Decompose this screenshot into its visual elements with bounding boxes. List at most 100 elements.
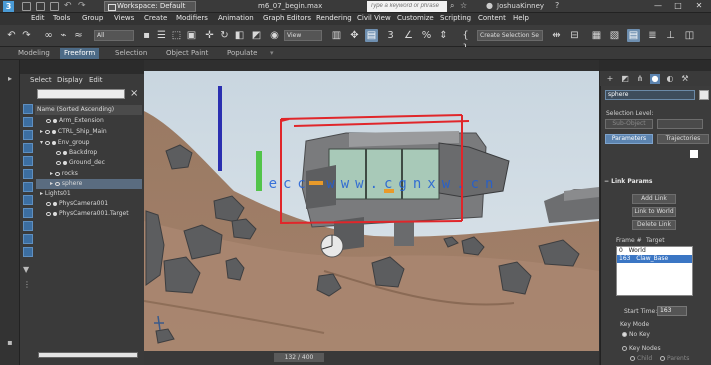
move-icon[interactable]: ✛	[203, 29, 216, 42]
curve-editor-icon[interactable]: ≣	[646, 29, 659, 42]
minimize-button[interactable]: —	[648, 0, 668, 12]
ribbon-tab-populate[interactable]: Populate	[227, 49, 257, 57]
search-input[interactable]	[367, 1, 447, 12]
create-tab-icon[interactable]: +	[605, 74, 615, 84]
material-editor-icon[interactable]: ◫	[683, 29, 696, 42]
edit-named-selection-icon[interactable]: { }	[459, 29, 472, 54]
ribbon-options-icon[interactable]: ▾	[270, 49, 274, 57]
visibility-eye-icon[interactable]	[46, 118, 51, 123]
visibility-eye-icon[interactable]	[56, 150, 61, 155]
ribbon-tab-selection[interactable]: Selection	[115, 49, 147, 57]
delete-link-button[interactable]: Delete Link	[632, 220, 676, 230]
explorer-menu-edit[interactable]: Edit	[89, 76, 103, 84]
menu-create[interactable]: Create	[144, 14, 167, 22]
rotate-icon[interactable]: ↻	[218, 29, 231, 42]
freeze-icon[interactable]	[63, 150, 67, 155]
menu-views[interactable]: Views	[114, 14, 134, 22]
modify-tab-icon[interactable]: ◩	[620, 74, 630, 84]
reference-coordinate-dropdown[interactable]: View	[284, 30, 322, 41]
tree-item[interactable]: ▸ CTRL_Ship_Main	[36, 127, 142, 137]
redo-icon[interactable]: ↷	[78, 2, 87, 11]
menu-graph-editors[interactable]: Graph Editors	[263, 14, 311, 22]
parameters-tab[interactable]: Parameters	[605, 134, 653, 144]
menu-help[interactable]: Help	[513, 14, 529, 22]
display-all-icon[interactable]	[23, 117, 33, 127]
visibility-eye-icon[interactable]	[46, 201, 51, 206]
tree-item[interactable]: PhysCamera001	[36, 199, 142, 209]
motion-tab-icon[interactable]: ●	[650, 74, 660, 84]
no-key-radio[interactable]: No Key	[622, 331, 650, 338]
menu-rendering[interactable]: Rendering	[316, 14, 352, 22]
freeze-icon[interactable]	[63, 160, 67, 165]
filter-icon[interactable]: ▼	[23, 265, 33, 275]
object-color-swatch[interactable]	[699, 90, 709, 100]
link-to-world-button[interactable]: Link to World	[632, 207, 676, 217]
spinner-snap-icon[interactable]: ⇕	[437, 29, 450, 42]
display-none-icon[interactable]	[23, 104, 33, 114]
layout-icon-2[interactable]: ▪	[5, 338, 15, 348]
layout-icon[interactable]: ▸	[5, 74, 15, 84]
menu-civil-view[interactable]: Civil View	[357, 14, 391, 22]
angle-snap-icon[interactable]: ∠	[402, 29, 415, 42]
visibility-eye-icon[interactable]	[54, 171, 60, 176]
help-icon[interactable]: ?	[555, 1, 559, 10]
explorer-column-header[interactable]: Name (Sorted Ascending)	[35, 105, 142, 115]
explorer-menu-display[interactable]: Display	[57, 76, 83, 84]
key-nodes-radio[interactable]: Key Nodes	[622, 345, 661, 352]
start-time-spinner[interactable]: 163	[657, 306, 687, 316]
maximize-button[interactable]: □	[668, 0, 688, 12]
add-link-button[interactable]: Add Link	[632, 194, 676, 204]
schematic-view-icon[interactable]: ⊥	[664, 29, 677, 42]
visibility-eye-icon[interactable]	[46, 211, 51, 216]
tree-item[interactable]: PhysCamera001.Target	[36, 209, 142, 219]
undo-icon[interactable]: ↶	[5, 29, 18, 42]
search-icon[interactable]: ⌕	[450, 1, 454, 11]
layer-explorer-icon[interactable]: ▧	[608, 29, 621, 42]
freeze-icon[interactable]	[51, 140, 56, 145]
menu-group[interactable]: Group	[82, 14, 103, 22]
tree-item[interactable]: ▸ Lights01	[36, 189, 142, 199]
scene-explorer-icon[interactable]: ▦	[590, 29, 603, 42]
time-slider[interactable]: 132 / 400	[274, 353, 324, 362]
select-by-name-icon[interactable]: ☰	[155, 29, 168, 42]
link-list[interactable]: 0 World 163 Claw_Base	[616, 246, 693, 296]
freeze-icon[interactable]	[53, 201, 57, 206]
select-place-icon[interactable]: ◉	[268, 29, 281, 42]
mirror-icon[interactable]: ⇹	[550, 29, 563, 42]
user-name[interactable]: JoshuaKinney	[497, 2, 544, 10]
display-xrefs-icon[interactable]	[23, 221, 33, 231]
tree-item[interactable]: Backdrop	[36, 148, 142, 158]
display-shapes-icon[interactable]	[23, 143, 33, 153]
display-helpers-icon[interactable]	[23, 182, 33, 192]
star-icon[interactable]: ☆	[460, 1, 467, 10]
visibility-eye-icon[interactable]	[44, 140, 50, 145]
explorer-menu-select[interactable]: Select	[30, 76, 52, 84]
display-lights-icon[interactable]	[23, 156, 33, 166]
window-crossing-icon[interactable]: ▣	[185, 29, 198, 42]
tree-item[interactable]: Arm_Extension	[36, 116, 142, 126]
link-params-rollout[interactable]: − Link Params	[604, 178, 652, 187]
scale-icon[interactable]: ◧	[233, 29, 246, 42]
close-icon[interactable]: ×	[130, 88, 138, 99]
visibility-eye-icon[interactable]	[44, 129, 50, 134]
named-selection-dropdown[interactable]: Create Selection Se	[477, 30, 543, 41]
undo-icon[interactable]: ↶	[64, 2, 73, 11]
tree-item[interactable]: Ground_dec	[36, 158, 142, 168]
align-icon[interactable]: ⊟	[568, 29, 581, 42]
sub-object-button[interactable]: Sub-Object	[605, 119, 653, 129]
unlink-icon[interactable]: ⌁	[57, 29, 70, 42]
menu-customize[interactable]: Customize	[397, 14, 434, 22]
display-groups-icon[interactable]	[23, 208, 33, 218]
new-file-icon[interactable]	[22, 2, 31, 11]
freeze-icon[interactable]	[53, 211, 57, 216]
menu-content[interactable]: Content	[478, 14, 506, 22]
save-file-icon[interactable]	[50, 2, 59, 11]
freeze-icon[interactable]	[51, 129, 56, 134]
select-manipulate-icon[interactable]: ✥	[348, 29, 361, 42]
selection-filter-dropdown[interactable]: All	[94, 30, 134, 41]
menu-edit[interactable]: Edit	[31, 14, 45, 22]
ribbon-tab-modeling[interactable]: Modeling	[18, 49, 50, 57]
freeze-icon[interactable]	[53, 118, 57, 123]
explorer-scrollbar[interactable]	[38, 352, 138, 358]
open-file-icon[interactable]	[36, 2, 45, 11]
